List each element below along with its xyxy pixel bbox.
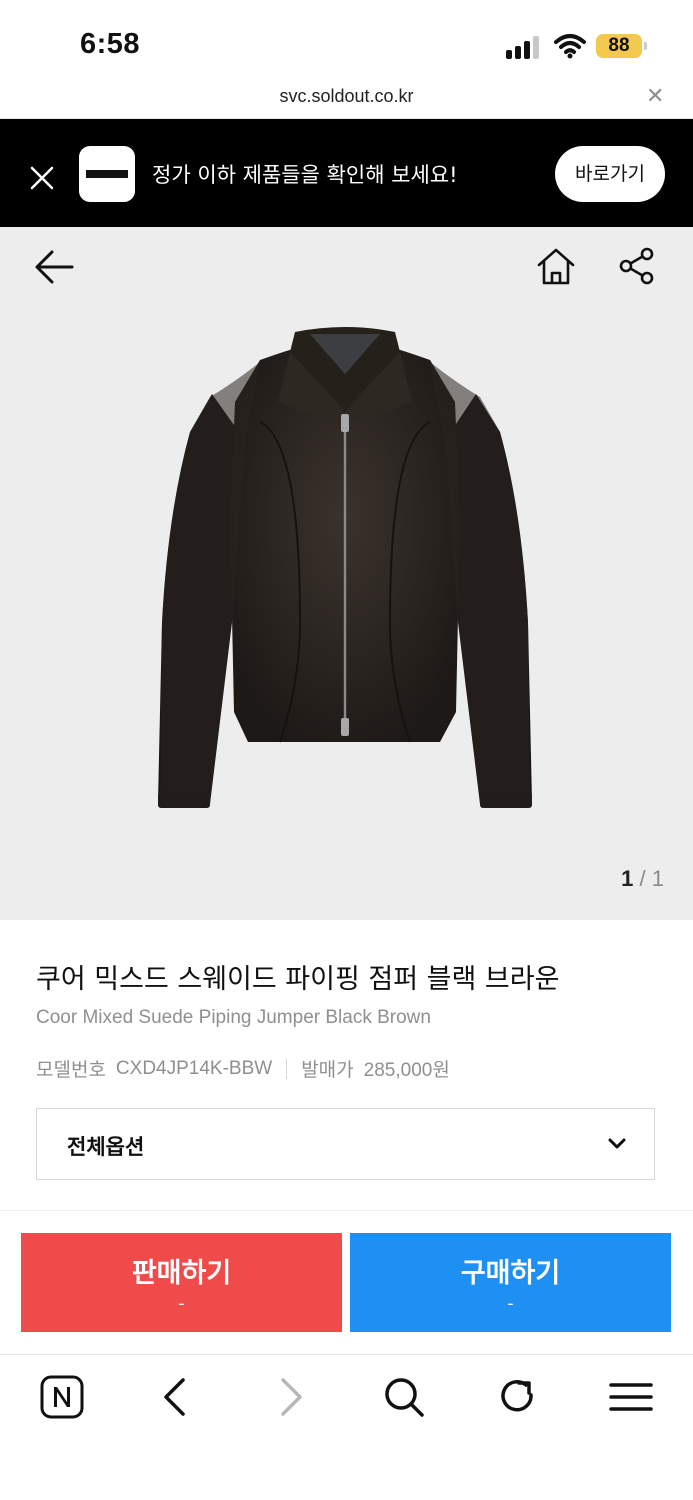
sell-price: - <box>178 1294 185 1314</box>
image-counter-total: 1 <box>651 866 664 891</box>
close-tab-icon[interactable]: ✕ <box>646 86 664 108</box>
close-icon[interactable] <box>28 164 56 192</box>
banner-text: 정가 이하 제품들을 확인해 보세요! <box>152 163 458 187</box>
jacket-image <box>158 327 532 808</box>
url-bar[interactable]: svc.soldout.co.kr <box>0 86 693 107</box>
image-counter: 1 / 1 <box>621 866 664 892</box>
product-title-ko: 쿠어 믹스드 스웨이드 파이핑 점퍼 블랙 브라운 <box>36 964 560 995</box>
cellular-signal-icon <box>506 35 544 59</box>
back-arrow-icon[interactable] <box>34 249 74 285</box>
sell-button[interactable]: 판매하기 - <box>21 1233 342 1332</box>
soldout-logo <box>79 146 135 202</box>
image-counter-separator: / <box>639 866 646 891</box>
status-bar: 6:58 88 <box>0 0 693 88</box>
model-number-label: 모델번호 <box>36 1059 106 1081</box>
refresh-icon[interactable] <box>495 1374 541 1420</box>
battery-tip <box>644 42 647 50</box>
share-icon[interactable] <box>618 246 656 286</box>
naver-icon[interactable] <box>39 1374 85 1420</box>
divider <box>0 1210 693 1211</box>
divider <box>0 1354 693 1355</box>
release-price: 285,000원 <box>363 1060 450 1081</box>
options-label: 전체옵션 <box>67 1135 145 1159</box>
menu-icon[interactable] <box>608 1374 654 1420</box>
wifi-icon <box>554 34 586 59</box>
battery-indicator: 88 <box>596 34 642 58</box>
options-select[interactable]: 전체옵션 <box>36 1108 655 1180</box>
product-image-carousel[interactable] <box>0 227 693 920</box>
back-icon[interactable] <box>153 1374 199 1420</box>
status-time: 6:58 <box>80 28 141 60</box>
banner-go-button[interactable]: 바로가기 <box>555 146 665 202</box>
buy-price: - <box>507 1294 514 1314</box>
sell-button-label: 판매하기 <box>131 1258 232 1289</box>
search-icon[interactable] <box>381 1374 427 1420</box>
model-number: CXD4JP14K-BBW <box>115 1057 273 1079</box>
release-price-label: 발매가 <box>301 1059 354 1081</box>
product-title-en: Coor Mixed Suede Piping Jumper Black Bro… <box>36 1007 431 1028</box>
product-meta: 모델번호 CXD4JP14K-BBW 발매가 285,000원 <box>36 1055 450 1082</box>
forward-icon[interactable] <box>267 1374 313 1420</box>
buy-button-label: 구매하기 <box>460 1258 561 1289</box>
buy-button[interactable]: 구매하기 - <box>350 1233 671 1332</box>
image-counter-current: 1 <box>621 866 634 891</box>
home-icon[interactable] <box>536 246 576 286</box>
chevron-down-icon <box>608 1138 626 1149</box>
meta-divider <box>286 1058 288 1079</box>
